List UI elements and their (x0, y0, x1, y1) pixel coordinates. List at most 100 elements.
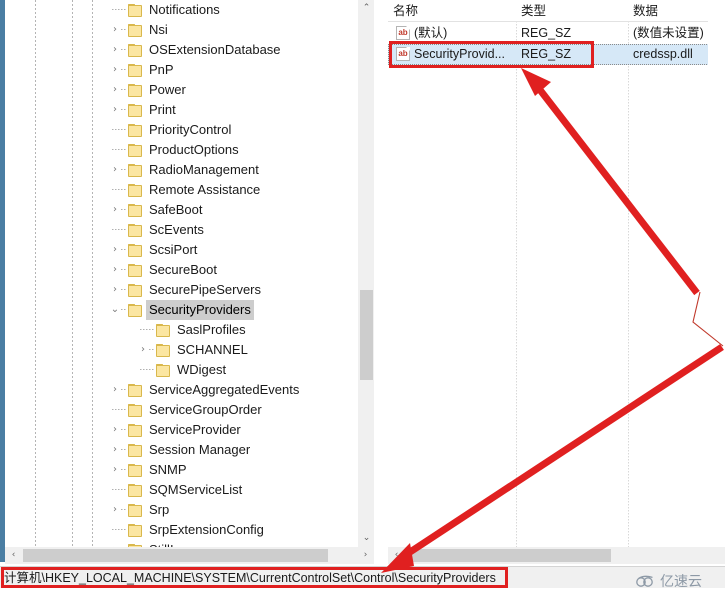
tree-scroll-right-button[interactable]: › (357, 547, 374, 564)
chevron-right-icon[interactable]: › (108, 200, 122, 220)
folder-icon (128, 24, 143, 37)
chevron-right-icon[interactable]: › (108, 440, 122, 460)
chevron-right-icon[interactable]: › (108, 280, 122, 300)
chevron-right-icon[interactable]: › (108, 540, 122, 547)
tree-item-saslprofiles[interactable]: SaslProfiles (5, 320, 357, 340)
tree-item-secureboot[interactable]: › SecureBoot (5, 260, 357, 280)
chevron-right-icon[interactable]: › (136, 340, 150, 360)
tree-elbow-connector (108, 220, 122, 240)
tree-item-osextensiondatabase[interactable]: › OSExtensionDatabase (5, 40, 357, 60)
tree-item-remote-assistance[interactable]: Remote Assistance (5, 180, 357, 200)
column-header-name[interactable]: 名称 (388, 2, 521, 21)
tree-item-print[interactable]: › Print (5, 100, 357, 120)
folder-icon (156, 344, 171, 357)
tree-item-label: SecurityProviders (146, 300, 254, 320)
chevron-right-icon[interactable]: › (108, 100, 122, 120)
folder-icon (128, 484, 143, 497)
folder-icon (128, 64, 143, 77)
chevron-down-icon[interactable]: ⌄ (108, 300, 122, 320)
tree-scroll-left-button[interactable]: ‹ (5, 547, 22, 564)
values-vertical-scrollbar[interactable] (708, 0, 725, 547)
value-row[interactable]: ab (默认) REG_SZ (数值未设置) (388, 23, 725, 44)
tree-item-label: SecurePipeServers (149, 282, 261, 297)
tree-elbow-connector (108, 180, 122, 200)
chevron-right-icon[interactable]: › (108, 460, 122, 480)
tree-item-scevents[interactable]: ScEvents (5, 220, 357, 240)
folder-icon (128, 124, 143, 137)
chevron-right-icon[interactable]: › (108, 60, 122, 80)
registry-tree-pane[interactable]: Notifications › Nsi › OSExtensionDatabase › Pn… (5, 0, 357, 547)
chevron-right-icon[interactable]: › (108, 40, 122, 60)
tree-elbow-connector (108, 520, 122, 540)
values-scroll-left-button[interactable]: ‹ (388, 547, 405, 564)
tree-horizontal-scrollbar[interactable]: ‹ › (5, 547, 374, 564)
tree-horizontal-scroll-thumb[interactable] (23, 549, 328, 562)
tree-item-srpextensionconfig[interactable]: SrpExtensionConfig (5, 520, 357, 540)
registry-tree-list[interactable]: Notifications › Nsi › OSExtensionDatabase › Pn… (5, 0, 357, 547)
value-row[interactable]: ab SecurityProvid... REG_SZ credssp.dll (388, 44, 725, 65)
tree-item-radiomanagement[interactable]: › RadioManagement (5, 160, 357, 180)
folder-icon (128, 244, 143, 257)
tree-scroll-down-button[interactable]: ⌄ (358, 530, 375, 547)
chevron-right-icon[interactable]: › (108, 240, 122, 260)
tree-item-scsiport[interactable]: › ScsiPort (5, 240, 357, 260)
folder-icon (128, 224, 143, 237)
tree-vertical-scroll-thumb[interactable] (360, 290, 373, 380)
values-horizontal-scrollbar[interactable]: ‹ (388, 547, 725, 564)
tree-item-label: SNMP (149, 462, 187, 477)
chevron-right-icon[interactable]: › (108, 420, 122, 440)
value-name-cell: SecurityProvid... (414, 47, 506, 61)
tree-vertical-scrollbar[interactable]: ⌃ ⌄ (357, 0, 374, 547)
tree-item-label: ScsiPort (149, 242, 198, 257)
tree-item-prioritycontrol[interactable]: PriorityControl (5, 120, 357, 140)
registry-values-pane[interactable]: 名称 类型 数据 ab (默认) REG_SZ (数值未设置) ab SecurityPr… (388, 0, 725, 547)
tree-item-securepipeservers[interactable]: › SecurePipeServers (5, 280, 357, 300)
chevron-right-icon[interactable]: › (108, 260, 122, 280)
tree-item-servicegrouporder[interactable]: ServiceGroupOrder (5, 400, 357, 420)
tree-item-stillimage[interactable]: › StillImage (5, 540, 357, 547)
chevron-right-icon[interactable]: › (108, 380, 122, 400)
tree-item-snmp[interactable]: › SNMP (5, 460, 357, 480)
values-horizontal-scroll-thumb[interactable] (406, 549, 611, 562)
tree-item-label: SCHANNEL (177, 342, 248, 357)
tree-item-srp[interactable]: › Srp (5, 500, 357, 520)
tree-item-wdigest[interactable]: WDigest (5, 360, 357, 380)
folder-icon (156, 324, 171, 337)
tree-item-productoptions[interactable]: ProductOptions (5, 140, 357, 160)
folder-icon (156, 364, 171, 377)
tree-item-power[interactable]: › Power (5, 80, 357, 100)
chevron-right-icon[interactable]: › (108, 500, 122, 520)
tree-item-serviceaggregatedevents[interactable]: › ServiceAggregatedEvents (5, 380, 357, 400)
folder-icon (128, 504, 143, 517)
column-separator-data (628, 0, 629, 547)
folder-icon (128, 204, 143, 217)
folder-icon (128, 264, 143, 277)
values-column-header[interactable]: 名称 类型 数据 (388, 0, 725, 22)
chevron-right-icon[interactable]: › (108, 160, 122, 180)
tree-item-session-manager[interactable]: › Session Manager (5, 440, 357, 460)
tree-item-schannel[interactable]: › SCHANNEL (5, 340, 357, 360)
folder-icon (128, 284, 143, 297)
tree-item-label: ServiceProvider (149, 422, 241, 437)
tree-item-label: Remote Assistance (149, 182, 261, 197)
tree-item-serviceprovider[interactable]: › ServiceProvider (5, 420, 357, 440)
chevron-right-icon[interactable]: › (108, 80, 122, 100)
tree-item-label: Notifications (149, 2, 220, 17)
tree-item-nsi[interactable]: › Nsi (5, 20, 357, 40)
tree-item-label: Srp (149, 502, 170, 517)
column-header-type[interactable]: 类型 (516, 2, 633, 21)
folder-icon (128, 44, 143, 57)
tree-item-label: WDigest (177, 362, 227, 377)
chevron-right-icon[interactable]: › (108, 20, 122, 40)
tree-item-securityproviders[interactable]: ⌄ SecurityProviders (5, 300, 357, 320)
tree-item-pnp[interactable]: › PnP (5, 60, 357, 80)
tree-item-safeboot[interactable]: › SafeBoot (5, 200, 357, 220)
tree-item-sqmservicelist[interactable]: SQMServiceList (5, 480, 357, 500)
tree-item-label: SecureBoot (149, 262, 217, 277)
tree-scroll-up-button[interactable]: ⌃ (358, 0, 375, 17)
tree-item-notifications[interactable]: Notifications (5, 0, 357, 20)
folder-icon (128, 424, 143, 437)
tree-item-label: PnP (149, 62, 174, 77)
tree-elbow-connector (108, 0, 122, 20)
folder-icon (128, 84, 143, 97)
